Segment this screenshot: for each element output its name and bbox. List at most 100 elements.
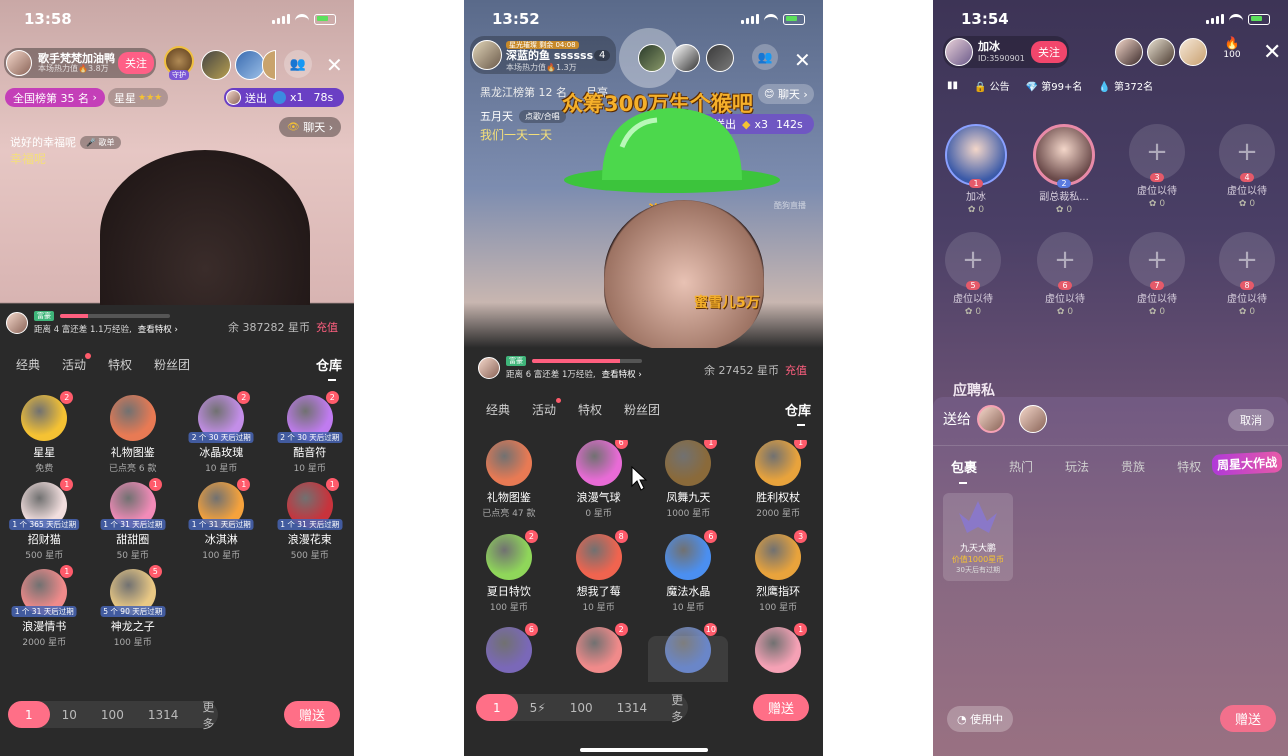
gift-item[interactable]: 1 <box>733 623 823 680</box>
qty-1[interactable]: 1 <box>476 694 518 721</box>
region-rank[interactable]: 黑龙江榜第 12 名 <box>480 84 567 100</box>
tab-privilege[interactable]: 特权 <box>108 356 132 373</box>
gift-item[interactable]: 5 5 个 90 天后过期 神龙之子 100 星币 <box>89 565 178 648</box>
viewer-avatar-2[interactable] <box>235 50 265 80</box>
host-avatar[interactable] <box>472 40 502 70</box>
seat-2[interactable]: 2 副总裁私... ✿ 0 <box>1033 124 1095 215</box>
in-use-button[interactable]: ◔ 使用中 <box>947 706 1014 732</box>
gift-item[interactable]: 2 星星 免费 <box>0 391 89 474</box>
viewer-avatar-1[interactable] <box>638 44 666 72</box>
follow-button[interactable]: 关注 <box>1031 41 1067 63</box>
tab-gameplay[interactable]: 玩法 <box>1065 458 1089 475</box>
recharge-button[interactable]: 充值 <box>316 321 338 334</box>
gift-item[interactable]: 1 凤舞九天 1000 星币 <box>644 440 734 522</box>
tab-nobility[interactable]: 贵族 <box>1121 458 1145 475</box>
rank-button-1[interactable]: 💎 第99+名 <box>1026 78 1083 93</box>
qty-100[interactable]: 100 <box>558 701 605 715</box>
gift-item[interactable]: 礼物图鉴 已点亮 6 款 <box>89 395 178 474</box>
tab-classic[interactable]: 经典 <box>16 356 40 373</box>
level-row[interactable]: 富豪 距离 4 富还差 1.1万经验, 查看特权 › <box>6 311 178 335</box>
seat-3[interactable]: +3 虚位以待 ✿ 0 <box>1129 124 1185 209</box>
package-item[interactable]: 九天大鹏 价值1000星币 30天后有过期 <box>943 493 1013 581</box>
qty-100[interactable]: 100 <box>89 708 136 722</box>
audience-icon[interactable]: 👥 <box>752 44 778 70</box>
qty-more[interactable]: 更多 <box>190 698 226 732</box>
guard-avatar[interactable]: 守护 <box>164 46 194 80</box>
tab-warehouse[interactable]: 仓库 <box>316 355 342 381</box>
audience-icon[interactable]: 👥 <box>284 50 312 78</box>
gift-item[interactable]: 10 <box>644 623 734 680</box>
tab-warehouse[interactable]: 仓库 <box>785 400 811 426</box>
gift-item[interactable]: 1 1 个 365 天后过期 招财猫 500 星币 <box>0 478 89 561</box>
viewer-avatar-3[interactable] <box>262 50 276 80</box>
send-button[interactable]: 赠送 <box>284 701 340 728</box>
cancel-button[interactable]: 取消 <box>1228 409 1274 431</box>
gift-item[interactable]: 8 想我了莓 10 星币 <box>554 529 644 616</box>
notice-button[interactable]: 🔒 公告 <box>974 78 1010 93</box>
seat-8[interactable]: +8 虚位以待 ✿ 0 <box>1219 232 1275 317</box>
gift-item[interactable]: 3 烈鹰指环 100 星币 <box>733 529 823 616</box>
qty-10[interactable]: 10 <box>50 708 89 722</box>
host-card[interactable]: 加冰 ID:3590901 关注 <box>943 36 1069 68</box>
viewer-avatar-2[interactable] <box>672 44 700 72</box>
chat-button[interactable]: 😊 聊天 › <box>758 84 814 104</box>
gift-item[interactable]: 2 2 个 30 天后过期 酷音符 10 星币 <box>266 391 355 474</box>
rank-badge[interactable]: 全国榜第 35 名 › <box>5 88 105 107</box>
host-avatar[interactable] <box>945 38 973 66</box>
tab-privilege[interactable]: 特权 <box>578 401 602 418</box>
privilege-link[interactable]: 查看特权 › <box>138 323 178 335</box>
viewer-avatar-1[interactable] <box>201 50 231 80</box>
recipient-avatar-1[interactable] <box>977 405 1005 433</box>
gift-item[interactable]: 1 1 个 31 天后过期 甜甜圈 50 星币 <box>89 478 178 561</box>
tab-classic[interactable]: 经典 <box>486 401 510 418</box>
tab-activity[interactable]: 活动 <box>532 398 562 418</box>
qty-1314[interactable]: 1314 <box>605 701 660 715</box>
qty-1[interactable]: 1 <box>8 701 50 728</box>
seat-6[interactable]: +6 虚位以待 ✿ 0 <box>1037 232 1093 317</box>
viewer-avatar-3[interactable] <box>706 44 734 72</box>
viewer-avatar-3[interactable] <box>1179 38 1207 66</box>
tab-fanclub[interactable]: 粉丝团 <box>154 356 190 373</box>
tab-hot[interactable]: 热门 <box>1009 458 1033 475</box>
gift-item[interactable]: 礼物图鉴 已点亮 47 款 <box>464 440 554 522</box>
gift-item[interactable]: 6 魔法水晶 10 星币 <box>644 529 734 616</box>
qty-1314[interactable]: 1314 <box>136 708 191 722</box>
heat-count[interactable]: 🔥 100 <box>1215 36 1249 60</box>
seat-4[interactable]: +4 虚位以待 ✿ 0 <box>1219 124 1275 209</box>
gift-item[interactable]: 6 <box>464 623 554 680</box>
qty-more[interactable]: 更多 <box>659 691 695 725</box>
event-banner[interactable]: 周星大作战 <box>1211 451 1283 476</box>
tab-privilege[interactable]: 特权 <box>1177 458 1201 475</box>
host-avatar[interactable] <box>6 50 32 76</box>
chat-button[interactable]: 👁 聊天 › <box>279 117 342 137</box>
send-button[interactable]: 赠送 <box>1220 705 1276 732</box>
gift-item[interactable]: 2 夏日特饮 100 星币 <box>464 529 554 616</box>
recharge-button[interactable]: 充值 <box>785 364 807 377</box>
gift-item[interactable]: 1 1 个 31 天后过期 冰淇淋 100 星币 <box>177 478 266 561</box>
level-row[interactable]: 富豪 距离 6 富还差 1万经验, 查看特权 › <box>478 356 642 380</box>
qty-5[interactable]: 5⚡ <box>518 701 558 715</box>
recipient-avatar-2[interactable] <box>1019 405 1047 433</box>
tab-package[interactable]: 包裹 <box>951 457 977 484</box>
song-list-tag[interactable]: 🎤 歌单 <box>80 135 121 149</box>
send-button[interactable]: 赠送 <box>753 694 809 721</box>
tab-activity[interactable]: 活动 <box>62 353 92 373</box>
seat-7[interactable]: +7 虚位以待 ✿ 0 <box>1129 232 1185 317</box>
close-icon[interactable]: ✕ <box>1263 40 1281 65</box>
star-level[interactable]: 星星 ★★★ <box>108 88 169 107</box>
seat-5[interactable]: +5 虚位以待 ✿ 0 <box>945 232 1001 317</box>
viewer-avatar-2[interactable] <box>1147 38 1175 66</box>
gift-item[interactable]: 2 <box>554 623 644 680</box>
close-icon[interactable]: ✕ <box>326 53 343 77</box>
gift-item[interactable]: 2 2 个 30 天后过期 冰晶玫瑰 10 星币 <box>177 391 266 474</box>
rank-button-2[interactable]: 💧 第372名 <box>1098 78 1153 93</box>
gift-item[interactable]: 1 胜利权杖 2000 星币 <box>733 440 823 522</box>
follow-button[interactable]: 关注 <box>118 52 154 74</box>
host-card[interactable]: 歌手梵梵加油鸭 本场热力值🔥3.8万 关注 <box>4 48 156 78</box>
chart-icon[interactable]: ▮▮ <box>947 80 958 91</box>
close-icon[interactable]: ✕ <box>794 48 811 72</box>
tab-fanclub[interactable]: 粉丝团 <box>624 401 660 418</box>
viewer-avatar-1[interactable] <box>1115 38 1143 66</box>
gift-item[interactable]: 1 1 个 31 天后过期 浪漫花束 500 星币 <box>266 478 355 561</box>
song-request-button[interactable]: 点歌/合唱 <box>519 109 566 123</box>
